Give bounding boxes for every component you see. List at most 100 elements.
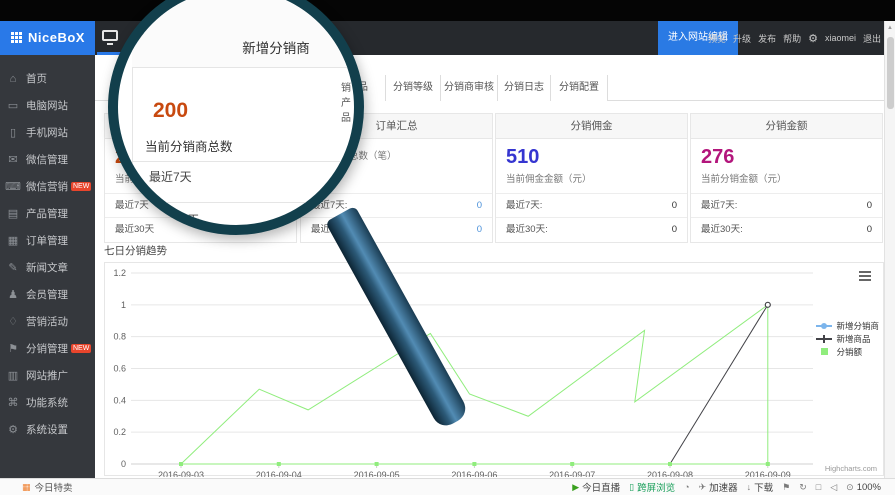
statusbar-window[interactable]: □ — [816, 482, 821, 492]
function-icon: ⌘ — [0, 396, 26, 409]
sidebar-item-news-article[interactable]: ✎新闻文章 — [0, 254, 95, 281]
svg-text:1: 1 — [121, 300, 126, 310]
row-value-link[interactable]: 0 — [477, 218, 482, 241]
divider — [132, 67, 354, 68]
zoom-icon: ⊙ — [846, 482, 854, 493]
row-label: 最近30天: — [701, 218, 743, 241]
svg-text:2016-09-09: 2016-09-09 — [745, 470, 791, 477]
statusbar-accelerator[interactable]: ✈加速器 — [699, 480, 738, 494]
topbar-links: 预览 升级 发布 帮助 ⚙ xiaomei 退出 — [708, 21, 881, 55]
card-title: 分销佣金 — [496, 114, 687, 139]
magnified-card-title: 新增分销商 — [178, 37, 364, 57]
statusbar-today-sale[interactable]: ▦ 今日特卖 — [22, 479, 73, 495]
svg-text:1.2: 1.2 — [113, 268, 126, 278]
screen: NiceBoX 进入网站编辑 预览 升级 发布 帮助 ⚙ xiaomei 退出 … — [0, 0, 895, 495]
legend-item-new-distributors[interactable]: 新增分销商 — [816, 319, 879, 332]
sidebar-item-label: 首页 — [26, 71, 47, 86]
svg-text:0.2: 0.2 — [113, 427, 126, 437]
sidebar-item-marketing-activity[interactable]: ♢营销活动 — [0, 308, 95, 335]
gear-icon[interactable]: ⚙ — [808, 32, 818, 45]
sidebar-item-product-manage[interactable]: ▤产品管理 — [0, 200, 95, 227]
tab-distribution-level[interactable]: 分销等级 — [385, 75, 440, 101]
statusbar-sound[interactable]: ◁ — [830, 482, 837, 493]
logo[interactable]: NiceBoX — [0, 21, 95, 55]
home-icon: ⌂ — [0, 73, 26, 85]
row-value: 0 — [672, 218, 677, 241]
row-value-link[interactable]: 0 — [477, 194, 482, 217]
sidebar-item-order-manage[interactable]: ▦订单管理 — [0, 227, 95, 254]
statusbar-cross-screen[interactable]: ▯跨屏浏览 — [629, 480, 675, 494]
sidebar: ⌂首页 ▭电脑网站 ▯手机网站 ✉微信管理 ⌨微信营销NEW ▤产品管理 ▦订单… — [0, 55, 95, 478]
sidebar-item-site-promotion[interactable]: ▥网站推广 — [0, 362, 95, 389]
row-value: 0 — [672, 194, 677, 217]
upgrade-link[interactable]: 升级 — [733, 32, 751, 45]
news-icon: ✎ — [0, 261, 26, 274]
sidebar-item-label: 新闻文章 — [26, 260, 68, 275]
trend-chart: 00.20.40.60.811.22016-09-032016-09-04201… — [104, 262, 884, 476]
logout-link[interactable]: 退出 — [863, 32, 881, 45]
magnified-row-7days: 最近7天 — [149, 168, 192, 185]
help-link[interactable]: 帮助 — [783, 32, 801, 45]
gamepad-icon: ⌨ — [0, 180, 26, 193]
svg-text:0.4: 0.4 — [113, 395, 126, 405]
statusbar-download[interactable]: ↓下载 — [747, 480, 774, 494]
card-distribution-commission: 分销佣金 510 当前佣金金额（元） 最近7天:0 最近30天:0 — [495, 113, 688, 243]
tab-distribution-config[interactable]: 分销配置 — [550, 75, 608, 101]
statusbar-zoom[interactable]: ⊙100% — [846, 482, 881, 493]
divider — [132, 161, 354, 162]
tab-distributor-review[interactable]: 分销商审核 — [440, 75, 497, 101]
scrollbar-thumb[interactable] — [887, 37, 894, 109]
zoom-level: 100% — [857, 482, 881, 493]
sidebar-item-label: 订单管理 — [26, 233, 68, 248]
svg-text:2016-09-07: 2016-09-07 — [549, 470, 595, 477]
scroll-up-icon[interactable]: ▲ — [885, 25, 895, 31]
row-label: 最近7天: — [506, 194, 542, 217]
username-link[interactable]: xiaomei — [825, 33, 856, 43]
sidebar-item-label: 功能系统 — [26, 395, 68, 410]
chart-title: 七日分销趋势 — [104, 243, 167, 258]
statusbar-flag[interactable]: ⚑ — [782, 482, 790, 493]
member-icon: ♟ — [0, 288, 26, 301]
preview-link[interactable]: 预览 — [708, 32, 726, 45]
statusbar-live[interactable]: ▶今日直播 — [572, 480, 620, 494]
chart-plot-area: 00.20.40.60.811.22016-09-032016-09-04201… — [105, 263, 885, 477]
statusbar-refresh[interactable]: ↻ — [799, 482, 807, 493]
promo-icon: ▥ — [0, 369, 26, 382]
play-circle-icon: ▶ — [572, 482, 579, 493]
statusbar-label: 今日直播 — [582, 480, 620, 494]
highcharts-credit[interactable]: Highcharts.com — [825, 464, 877, 473]
legend-item-new-products[interactable]: 新增商品 — [816, 332, 879, 345]
line-dot-marker-icon — [816, 325, 832, 327]
download-icon: ↓ — [747, 482, 752, 492]
sidebar-item-label: 电脑网站 — [26, 98, 68, 113]
card-distribution-amount: 分销金额 276 当前分销金额（元） 最近7天:0 最近30天:0 — [690, 113, 883, 243]
desktop-view-tab-icon[interactable] — [102, 30, 118, 41]
phone-icon: ▯ — [629, 482, 634, 493]
svg-text:2016-09-04: 2016-09-04 — [256, 470, 302, 477]
tab-distribution-log[interactable]: 分销日志 — [497, 75, 550, 101]
sidebar-item-distribution-manage[interactable]: ⚑分销管理NEW — [0, 335, 95, 362]
sidebar-item-label: 手机网站 — [26, 125, 68, 140]
card-row: 最近7天:0 — [301, 193, 492, 217]
svg-text:0.8: 0.8 — [113, 332, 126, 342]
sidebar-item-pc-site[interactable]: ▭电脑网站 — [0, 92, 95, 119]
sidebar-item-function-system[interactable]: ⌘功能系统 — [0, 389, 95, 416]
sidebar-item-mobile-site[interactable]: ▯手机网站 — [0, 119, 95, 146]
wechat-icon: ✉ — [0, 153, 26, 166]
sidebar-item-system-settings[interactable]: ⚙系统设置 — [0, 416, 95, 443]
legend-item-distribution-amount[interactable]: 分销额 — [816, 345, 879, 358]
sidebar-item-wechat-marketing[interactable]: ⌨微信营销NEW — [0, 173, 95, 200]
svg-text:0.6: 0.6 — [113, 363, 126, 373]
statusbar-tools: ▶今日直播 ▯跨屏浏览 ◔ ✈加速器 ↓下载 ⚑ ↻ □ ◁ ⊙100% — [572, 479, 881, 495]
vertical-scrollbar[interactable]: ▲ — [884, 21, 895, 478]
card-row: 最近7天:0 — [691, 193, 882, 217]
sidebar-item-member-manage[interactable]: ♟会员管理 — [0, 281, 95, 308]
new-badge: NEW — [71, 182, 91, 191]
sidebar-item-home[interactable]: ⌂首页 — [0, 65, 95, 92]
publish-link[interactable]: 发布 — [758, 32, 776, 45]
legend-label: 新增分销商 — [836, 320, 879, 332]
sidebar-item-wechat-manage[interactable]: ✉微信管理 — [0, 146, 95, 173]
statusbar-speedometer[interactable]: ◔ — [684, 482, 689, 492]
chart-menu-icon[interactable] — [859, 271, 871, 281]
product-icon: ▤ — [0, 207, 26, 220]
